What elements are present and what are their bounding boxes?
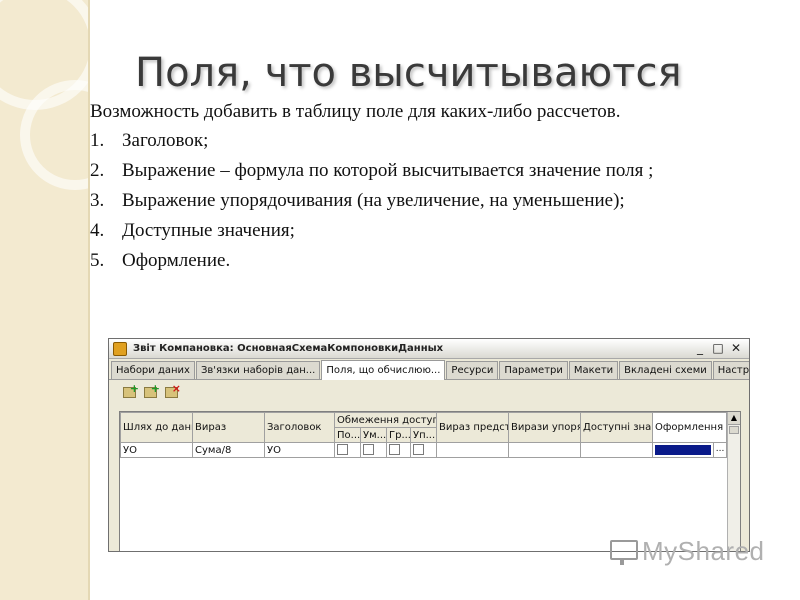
cell-ordering-expressions[interactable] [508,442,582,458]
list-number: 1. [90,130,105,151]
cell-available-values[interactable] [580,442,654,458]
fields-table: Шлях до даних Вираз Заголовок Обмеження … [120,412,728,458]
slide-body: Возможность добавить в таблицу поле для … [90,100,790,279]
subheader-group[interactable]: Гр... [386,427,411,443]
grid-toolbar: + + × [109,380,749,404]
cell-checkbox-field[interactable] [334,442,361,458]
list-number: 3. [90,190,105,211]
calculated-fields-grid: Шлях до даних Вираз Заголовок Обмеження … [119,411,741,551]
checkbox[interactable] [363,444,374,455]
table-row[interactable]: УО Сума/8 УО ... [120,442,728,458]
tab-layouts[interactable]: Макети [568,361,619,379]
add-copy-icon[interactable]: + [142,383,160,401]
column-header-path[interactable]: Шлях до даних [120,412,193,443]
tab-data-set-links[interactable]: Зв'язки наборів дан... [195,361,321,379]
scroll-thumb[interactable] [729,426,739,434]
column-header-available-values[interactable]: Доступні значення [580,412,654,443]
column-header-title[interactable]: Заголовок [264,412,335,443]
column-header-ordering-expressions[interactable]: Вирази упорядкуван... [508,412,582,443]
cell-checkbox-order[interactable] [409,442,438,458]
tab-resources[interactable]: Ресурси [446,361,499,379]
monitor-icon [608,538,638,566]
subheader-condition[interactable]: Ум... [360,427,387,443]
checkbox[interactable] [413,444,424,455]
column-header-access-restriction[interactable]: Обмеження доступ... [333,412,438,428]
cell-presentation-expression[interactable] [436,442,510,458]
feature-list: 1. Заголовок; 2. Выражение – формула по ко… [90,129,790,273]
list-text: Оформление. [122,250,231,271]
column-header-presentation-expression[interactable]: Вираз представле... [436,412,510,443]
tab-nested-schemas[interactable]: Вкладені схеми [619,361,712,379]
list-number: 5. [90,250,105,271]
list-item: 3. Выражение упорядочивания (на увеличени… [90,189,790,213]
list-number: 2. [90,160,105,181]
side-band-edge [88,0,90,600]
list-number: 4. [90,220,105,241]
list-item: 1. Заголовок; [90,129,790,153]
subheader-order[interactable]: Уп... [409,427,438,443]
watermark: MyShared [608,536,765,567]
cell-title[interactable]: УО [264,442,335,458]
list-text: Доступные значения; [122,220,295,241]
column-header-formatting[interactable]: Оформлення [652,412,728,443]
list-item: 5. Оформление. [90,249,790,273]
scroll-up-icon[interactable]: ▲ [728,412,740,425]
slide-title: Поля, что высчитываются [135,50,682,96]
format-color-swatch [655,445,712,455]
cell-path[interactable]: УО [120,442,193,458]
maximize-button[interactable]: □ [709,339,727,358]
intro-text: Возможность добавить в таблицу поле для … [90,101,621,122]
tab-data-sets[interactable]: Набори даних [111,361,195,379]
cell-checkbox-condition[interactable] [360,442,387,458]
list-text: Выражение упорядочивания (на увеличение,… [122,190,625,211]
cell-checkbox-group[interactable] [386,442,411,458]
tab-settings[interactable]: Настройки [712,361,749,379]
delete-field-icon[interactable]: × [163,383,181,401]
report-window: Звіт Компановка: ОсновнаяСхемаКомпоновки… [108,338,750,552]
tab-calculated-fields[interactable]: Поля, що обчислюю... [321,360,446,380]
checkbox[interactable] [337,444,348,455]
minimize-button[interactable]: _ [691,339,709,358]
side-decoration-band [0,0,130,600]
list-item: 4. Доступные значения; [90,219,790,243]
list-text: Выражение – формула по которой высчитыва… [122,160,654,181]
app-icon [113,341,127,356]
window-titlebar[interactable]: Звіт Компановка: ОсновнаяСхемаКомпоновки… [109,339,749,359]
close-button[interactable]: ✕ [727,339,745,358]
tab-parameters[interactable]: Параметри [499,361,568,379]
window-title: Звіт Компановка: ОсновнаяСхемаКомпоновки… [133,343,444,354]
column-header-expression[interactable]: Вираз [192,412,265,443]
cell-expression[interactable]: Сума/8 [192,442,265,458]
vertical-scrollbar[interactable]: ▲ [727,412,740,551]
watermark-text: MyShared [642,536,765,566]
add-field-icon[interactable]: + [121,383,139,401]
list-item: 2. Выражение – формула по которой высчиты… [90,159,790,183]
tab-bar: Набори даних Зв'язки наборів дан... Поля… [109,359,749,380]
list-text: Заголовок; [122,130,209,151]
format-selector[interactable]: ... [654,443,726,457]
cell-formatting[interactable]: ... [652,442,728,458]
format-ellipsis-button[interactable]: ... [713,443,726,457]
subheader-field[interactable]: По... [334,427,361,443]
checkbox[interactable] [389,444,400,455]
